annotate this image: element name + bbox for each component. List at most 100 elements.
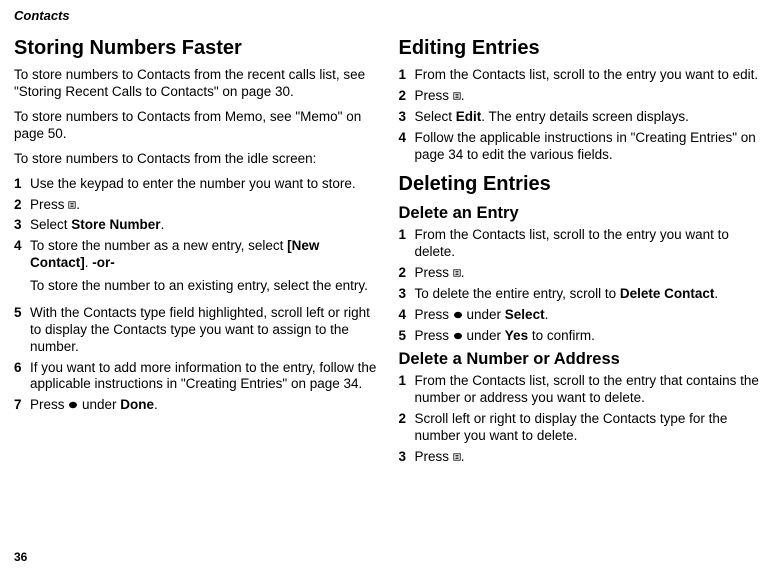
steps-list: 1 From the Contacts list, scroll to the …	[399, 67, 766, 163]
step-item: 1 From the Contacts list, scroll to the …	[399, 373, 766, 407]
bold-text: Delete Contact	[620, 286, 715, 301]
step-body: Press under Done.	[30, 397, 381, 414]
step-number: 1	[399, 67, 415, 84]
bold-text: Select	[505, 307, 545, 322]
step-item: 5 With the Contacts type field highlight…	[14, 305, 381, 356]
step-item: 2 Press .	[14, 197, 381, 214]
step-body: Press .	[30, 197, 381, 214]
step-number: 3	[399, 286, 415, 303]
step-body: Press .	[415, 265, 766, 282]
step-item: 3 Select Store Number.	[14, 217, 381, 234]
text: To store the number as a new entry, sele…	[30, 238, 287, 253]
menu-key-icon	[453, 269, 461, 277]
bold-text: Edit	[456, 109, 482, 124]
step-body: Press .	[415, 88, 766, 105]
step-number: 1	[14, 176, 30, 193]
heading-editing-entries: Editing Entries	[399, 36, 766, 61]
menu-key-icon	[453, 92, 461, 100]
right-column: Editing Entries 1 From the Contacts list…	[399, 36, 766, 469]
text: .	[76, 197, 80, 212]
text: under	[78, 397, 120, 412]
step-body: Follow the applicable instructions in "C…	[415, 130, 766, 164]
text: .	[161, 217, 165, 232]
steps-list: 1 From the Contacts list, scroll to the …	[399, 227, 766, 344]
text: under	[463, 307, 505, 322]
step-body: Select Edit. The entry details screen di…	[415, 109, 766, 126]
menu-key-icon	[453, 453, 461, 461]
text: To store the number to an existing entry…	[30, 278, 381, 295]
paragraph: To store numbers to Contacts from Memo, …	[14, 109, 381, 143]
step-body: Select Store Number.	[30, 217, 381, 234]
step-number: 2	[399, 411, 415, 445]
step-body: Scroll left or right to display the Cont…	[415, 411, 766, 445]
step-number: 3	[399, 109, 415, 126]
heading-storing-numbers: Storing Numbers Faster	[14, 36, 381, 61]
softkey-icon	[453, 311, 463, 319]
text: under	[463, 328, 505, 343]
step-body: Press under Select.	[415, 307, 766, 324]
step-body: Press under Yes to confirm.	[415, 328, 766, 345]
heading-deleting-entries: Deleting Entries	[399, 172, 766, 197]
text: Press	[415, 265, 453, 280]
step-body: Press .	[415, 449, 766, 466]
step-item: 2 Press .	[399, 265, 766, 282]
step-body: To delete the entire entry, scroll to De…	[415, 286, 766, 303]
step-item: 2 Press .	[399, 88, 766, 105]
step-body: From the Contacts list, scroll to the en…	[415, 373, 766, 407]
left-column: Storing Numbers Faster To store numbers …	[14, 36, 381, 469]
subheading-delete-number: Delete a Number or Address	[399, 349, 766, 370]
bold-text: -or-	[92, 255, 115, 270]
two-column-layout: Storing Numbers Faster To store numbers …	[14, 36, 765, 469]
step-item: 4 Follow the applicable instructions in …	[399, 130, 766, 164]
step-number: 1	[399, 373, 415, 407]
text: .	[461, 449, 465, 464]
step-item: 6 If you want to add more information to…	[14, 360, 381, 394]
step-item: 5 Press under Yes to confirm.	[399, 328, 766, 345]
step-body: To store the number as a new entry, sele…	[30, 238, 381, 301]
text: . The entry details screen displays.	[481, 109, 689, 124]
step-body: With the Contacts type field highlighted…	[30, 305, 381, 356]
step-item: 2 Scroll left or right to display the Co…	[399, 411, 766, 445]
step-number: 7	[14, 397, 30, 414]
bold-text: Done	[120, 397, 154, 412]
step-item: 1 From the Contacts list, scroll to the …	[399, 67, 766, 84]
step-number: 4	[399, 130, 415, 164]
section-header: Contacts	[14, 8, 765, 24]
step-item: 3 Press .	[399, 449, 766, 466]
text: Select	[30, 217, 71, 232]
softkey-icon	[68, 401, 78, 409]
subheading-delete-entry: Delete an Entry	[399, 203, 766, 224]
step-number: 4	[399, 307, 415, 324]
step-body: Use the keypad to enter the number you w…	[30, 176, 381, 193]
bold-text: Yes	[505, 328, 528, 343]
step-number: 3	[399, 449, 415, 466]
text: .	[461, 265, 465, 280]
text: .	[154, 397, 158, 412]
step-item: 1 From the Contacts list, scroll to the …	[399, 227, 766, 261]
page-number: 36	[14, 550, 27, 565]
paragraph: To store numbers to Contacts from the id…	[14, 151, 381, 168]
text: Press	[415, 307, 453, 322]
step-number: 2	[399, 265, 415, 282]
step-body: From the Contacts list, scroll to the en…	[415, 227, 766, 261]
text: .	[714, 286, 718, 301]
softkey-icon	[453, 332, 463, 340]
step-number: 1	[399, 227, 415, 261]
text: .	[461, 88, 465, 103]
text: Select	[415, 109, 456, 124]
step-item: 3 To delete the entire entry, scroll to …	[399, 286, 766, 303]
step-number: 5	[399, 328, 415, 345]
text: .	[545, 307, 549, 322]
step-item: 4 To store the number as a new entry, se…	[14, 238, 381, 301]
text: Press	[415, 449, 453, 464]
text: Press	[415, 328, 453, 343]
paragraph: To store numbers to Contacts from the re…	[14, 67, 381, 101]
step-number: 3	[14, 217, 30, 234]
step-item: 7 Press under Done.	[14, 397, 381, 414]
step-body: From the Contacts list, scroll to the en…	[415, 67, 766, 84]
step-item: 3 Select Edit. The entry details screen …	[399, 109, 766, 126]
bold-text: Store Number	[71, 217, 160, 232]
step-number: 2	[14, 197, 30, 214]
step-number: 4	[14, 238, 30, 301]
step-number: 6	[14, 360, 30, 394]
